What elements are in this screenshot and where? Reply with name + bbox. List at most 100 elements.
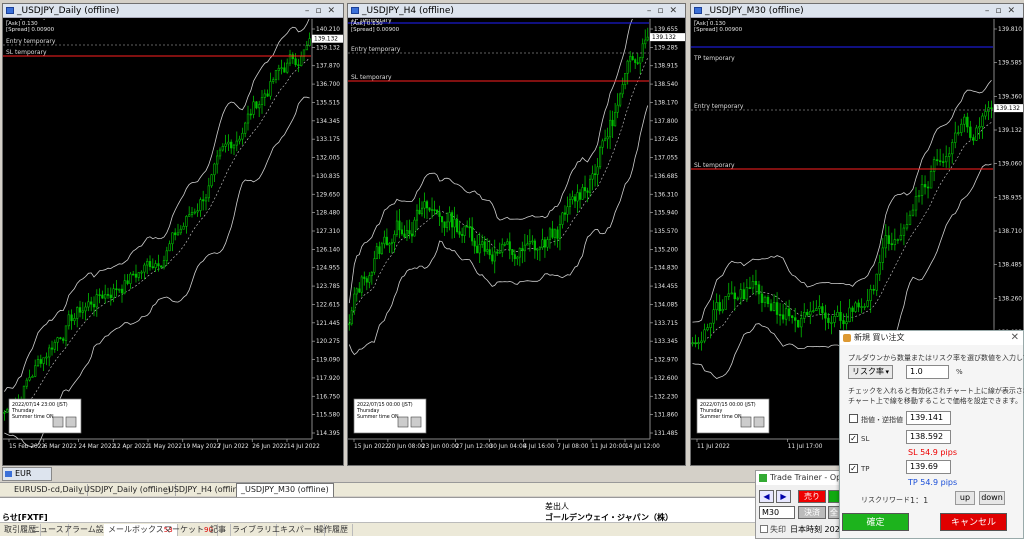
chart-tab-usdjpy-m30[interactable]: _USDJPY_M30 (offline)	[236, 483, 334, 497]
risk-input[interactable]: 1.0	[906, 365, 949, 379]
candle-body	[954, 132, 957, 143]
sl-price-input[interactable]: 138.592	[906, 430, 951, 444]
timeframe-select[interactable]: M30	[759, 506, 795, 519]
tp-price-input[interactable]: 139.69	[906, 460, 951, 474]
price-tick-label: 133.345	[654, 339, 678, 345]
chart-window-daily[interactable]: _USDJPY_Daily (offline) –▫✕ Entry tempor…	[2, 3, 344, 466]
price-tick-label: 132.230	[654, 394, 678, 400]
candle-body	[815, 308, 818, 311]
trade-trainer-titlebar[interactable]: Trade Trainer - Operatio	[756, 471, 839, 485]
candle-body	[606, 136, 609, 140]
candle-body	[176, 232, 180, 236]
candle-body	[90, 301, 93, 305]
price-tick-label: 139.585	[998, 61, 1022, 67]
candle-body	[277, 67, 280, 71]
candle-body	[73, 318, 76, 322]
chart-window-daily-titlebar[interactable]: _USDJPY_Daily (offline) –▫✕	[3, 4, 343, 18]
search-icon-button	[52, 416, 64, 428]
candle-body	[893, 239, 897, 246]
candle-body	[67, 314, 70, 327]
candle-body	[22, 385, 26, 401]
settle-button[interactable]: 決済	[798, 506, 826, 519]
sl-line-label: SL temporary	[6, 49, 47, 56]
price-tick-label: 134.085	[654, 302, 678, 308]
confirm-button[interactable]: 確定	[842, 513, 909, 531]
candle-body	[126, 280, 129, 284]
candle-body	[92, 303, 96, 308]
sl-checkbox[interactable]: ✓	[849, 434, 858, 443]
sl-pips: SL 54.9 pips	[908, 448, 957, 457]
candle-body	[283, 67, 286, 73]
next-button[interactable]: ▶	[776, 490, 791, 503]
candle-body	[230, 141, 233, 149]
price-tick-label: 121.445	[316, 321, 340, 327]
candle-body	[604, 138, 607, 142]
close-icon[interactable]: ✕	[1011, 331, 1019, 345]
candle-body	[691, 342, 694, 345]
candle-body	[621, 84, 624, 95]
candle-body	[775, 302, 779, 315]
up-button[interactable]: up	[955, 491, 975, 505]
candle-body	[378, 246, 381, 254]
candle-body	[523, 244, 526, 252]
trade-trainer-window[interactable]: Trade Trainer - Operatio ◀ ▶ 売り M30 決済 全…	[755, 470, 848, 539]
candle-body	[266, 93, 269, 97]
dialog-titlebar[interactable]: 新規 買い注文 ✕	[840, 331, 1023, 345]
window-controls-icon[interactable]: –▫✕	[305, 4, 341, 18]
price-tick-label: 138.485	[998, 263, 1022, 269]
window-controls-icon[interactable]: –▫✕	[647, 4, 683, 18]
tp-checkbox[interactable]: ✓	[849, 464, 858, 473]
down-button[interactable]: down	[979, 491, 1005, 505]
window-controls-icon[interactable]: –▫✕	[985, 4, 1021, 18]
chart-canvas-h4[interactable]: Entry temporarySL temporaryTP temporary_…	[348, 19, 686, 466]
prev-button[interactable]: ◀	[759, 490, 774, 503]
limit-price-input[interactable]: 139.141	[906, 411, 951, 425]
eur-window-stub[interactable]: EUR	[2, 467, 52, 481]
candle-body	[531, 240, 534, 243]
candle-body	[456, 218, 459, 233]
candle-body	[551, 228, 554, 238]
current-price-label: 139.132	[314, 37, 338, 43]
candle-body	[935, 159, 939, 162]
chart-window-title: _USDJPY_M30 (offline)	[705, 6, 804, 16]
buy-order-dialog[interactable]: 新規 買い注文 ✕ プルダウンから数量またはリスク率を選び数値を入力してください…	[839, 330, 1024, 539]
candle-body	[528, 241, 531, 245]
candle-body	[221, 146, 224, 151]
candle-body	[812, 310, 815, 312]
eur-window-title: EUR	[15, 469, 32, 478]
terminal-tab-journal[interactable]: 操作履歴	[312, 524, 353, 536]
candle-body	[59, 337, 62, 340]
candle-body	[558, 224, 562, 239]
candle-body	[641, 43, 644, 58]
mode-select[interactable]: リスク率 ▾	[848, 365, 893, 379]
chart-canvas-daily[interactable]: Entry temporarySL temporary_USDJPY, Dail…	[3, 19, 344, 466]
sell-button[interactable]: 売り	[798, 490, 826, 503]
candle-body	[305, 45, 308, 51]
candle-body	[308, 38, 311, 46]
chart-window-m30-titlebar[interactable]: _USDJPY_M30 (offline) –▫✕	[691, 4, 1023, 18]
price-tick-label: 124.955	[316, 266, 340, 272]
candle-body	[757, 284, 761, 295]
candle-body	[902, 227, 906, 236]
chart-window-h4[interactable]: _USDJPY_H4 (offline) –▫✕ Entry temporary…	[347, 3, 686, 466]
cancel-button[interactable]: キャンセル	[940, 513, 1007, 531]
lost-checkbox[interactable]	[760, 525, 768, 533]
close-icon-button	[410, 416, 422, 428]
candle-body	[398, 220, 401, 231]
candle-body	[115, 288, 118, 291]
time-tick-label: 1 May 2022	[148, 444, 182, 450]
candle-body	[790, 315, 794, 318]
candle-body	[591, 173, 594, 180]
candle-body	[353, 293, 356, 312]
limit-checkbox[interactable]	[849, 414, 858, 423]
candle-body	[154, 263, 157, 269]
candle-body	[137, 272, 140, 278]
candle-body	[294, 58, 297, 65]
candle-body	[568, 199, 572, 207]
candle-body	[772, 302, 776, 311]
candle-body	[614, 111, 617, 127]
candle-body	[50, 347, 54, 350]
candle-body	[646, 36, 649, 41]
candle-body	[803, 311, 806, 319]
chart-window-h4-titlebar[interactable]: _USDJPY_H4 (offline) –▫✕	[348, 4, 685, 18]
